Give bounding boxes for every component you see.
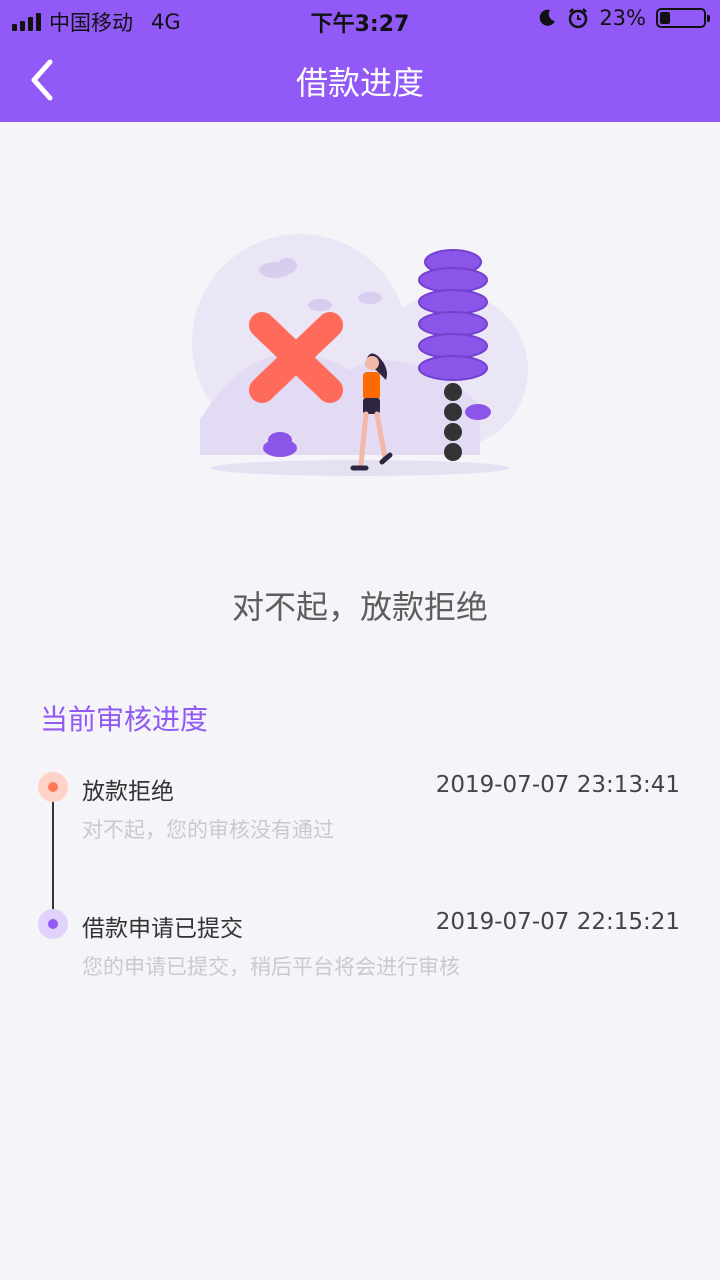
timeline-description: 您的申请已提交，稍后平台将会进行审核	[82, 955, 460, 979]
status-dot-icon	[38, 909, 68, 939]
timeline-time: 2019-07-07 23:13:41	[435, 772, 680, 798]
timeline-item-rejected: 放款拒绝 2019-07-07 23:13:41 对不起，您的审核没有通过	[0, 770, 720, 870]
timeline-title: 借款申请已提交	[82, 916, 243, 942]
page-title: 借款进度	[295, 64, 424, 102]
alarm-icon	[569, 8, 588, 29]
navbar: 借款进度	[0, 40, 720, 122]
rejection-illustration	[180, 230, 540, 490]
battery-icon	[656, 8, 710, 28]
header: 中国移动 4G 下午3:27 23% 借款进度	[0, 0, 720, 122]
battery-percent: 23%	[599, 6, 646, 30]
status-right: 23%	[537, 6, 710, 30]
status-bar: 中国移动 4G 下午3:27 23%	[0, 0, 720, 40]
status-dot-icon	[38, 772, 68, 802]
result-message: 对不起，放款拒绝	[231, 588, 488, 626]
timeline-item-submitted: 借款申请已提交 2019-07-07 22:15:21 您的申请已提交，稍后平台…	[0, 907, 720, 1007]
timeline-description: 对不起，您的审核没有通过	[82, 818, 334, 842]
moon-icon	[540, 9, 556, 26]
battery-fill	[660, 12, 670, 24]
section-title: 当前审核进度	[40, 703, 209, 736]
timeline-title: 放款拒绝	[82, 779, 174, 805]
timeline-time: 2019-07-07 22:15:21	[435, 909, 680, 935]
